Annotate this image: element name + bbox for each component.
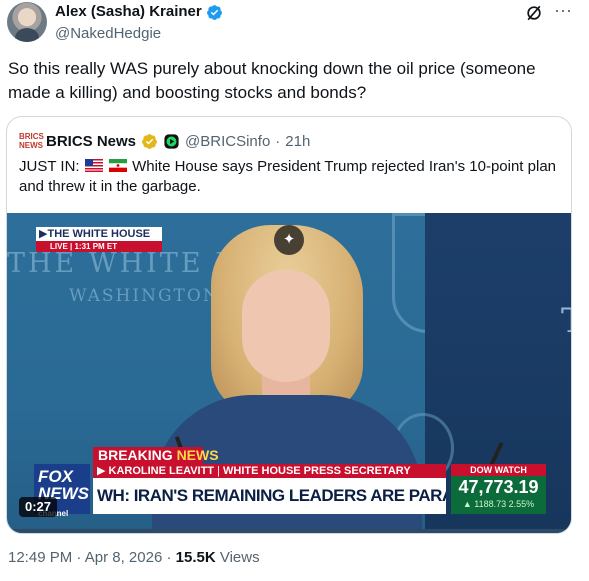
quote-header: BRICS NEWS BRICS News @BRICSinfo · 21h — [19, 131, 310, 151]
gold-verified-badge-icon — [142, 133, 157, 149]
white-house-live-bug: ▶THE WHITE HOUSE LIVE | 1:31 PM ET — [36, 227, 162, 253]
tweet-meta: 12:49 PM · Apr 8, 2026 · 15.5K Views — [8, 548, 260, 568]
tweet-text: So this really WAS purely about knocking… — [8, 59, 536, 102]
avatar[interactable] — [7, 2, 47, 42]
quote-author-name[interactable]: BRICS News — [46, 133, 136, 150]
author-handle[interactable]: @NakedHedgie — [55, 24, 223, 44]
speaker-face — [242, 270, 330, 382]
us-flag-icon — [84, 159, 103, 172]
verified-badge-icon — [206, 4, 222, 20]
grok-slash-icon[interactable] — [524, 3, 544, 23]
author-name-row[interactable]: Alex (Sasha) Krainer — [55, 2, 223, 22]
dow-change: ▲ 1188.73 2.55% — [462, 499, 535, 509]
affiliate-play-badge-icon — [164, 133, 179, 149]
tweet: Alex (Sasha) Krainer @NakedHedgie ··· So… — [0, 0, 589, 581]
quote-time[interactable]: 21h — [285, 133, 310, 150]
tweet-time[interactable]: 12:49 PM — [8, 549, 72, 566]
views-label: Views — [219, 549, 260, 566]
video-duration: 0:27 — [19, 497, 58, 517]
quote-author-handle[interactable]: @BRICSinfo — [185, 133, 270, 150]
meta-separator-2: · — [166, 549, 172, 566]
bug-title: ▶THE WHITE HOUSE — [36, 227, 162, 241]
video-progress-track[interactable] — [7, 529, 571, 533]
brics-logo[interactable]: BRICS NEWS — [19, 132, 44, 150]
iran-flag-icon — [108, 159, 127, 172]
dow-label: DOW WATCH — [451, 464, 546, 476]
sparkle-icon[interactable]: ✦ — [274, 225, 304, 255]
quoted-tweet[interactable]: BRICS NEWS BRICS News @BRICSinfo · 21h J… — [6, 116, 572, 534]
quote-text-prefix: JUST IN: — [19, 158, 80, 175]
more-dots-icon[interactable]: ··· — [553, 1, 573, 23]
headline-bar: WH: IRAN'S REMAINING LEADERS ARE PARALYZ… — [93, 478, 446, 514]
views-count: 15.5K — [175, 549, 216, 566]
video-player[interactable]: THE WHITE HOUSE WASHINGTON ▶THE WHITE HO… — [7, 213, 571, 533]
meta-separator-1: · — [76, 549, 82, 566]
bug-live: LIVE | 1:31 PM ET — [36, 241, 162, 252]
tweet-date[interactable]: Apr 8, 2026 — [85, 549, 163, 566]
quote-text: JUST IN: White House says President Trum… — [19, 157, 559, 197]
breaking-news-label: BREAKING NEWS — [93, 447, 219, 464]
news-lower-third: BREAKING NEWS ▶ KAROLINE LEAVITT | WHITE… — [34, 447, 546, 521]
author-name[interactable]: Alex (Sasha) Krainer — [55, 2, 202, 22]
dow-value: 47,773.19 — [458, 477, 539, 497]
quote-separator: · — [275, 132, 281, 150]
dow-watch: DOW WATCH 47,773.19 ▲ 1188.73 2.55% — [451, 464, 546, 514]
nameplate: ▶ KAROLINE LEAVITT | WHITE HOUSE PRESS S… — [93, 464, 446, 478]
author-block: Alex (Sasha) Krainer @NakedHedgie — [55, 2, 223, 44]
